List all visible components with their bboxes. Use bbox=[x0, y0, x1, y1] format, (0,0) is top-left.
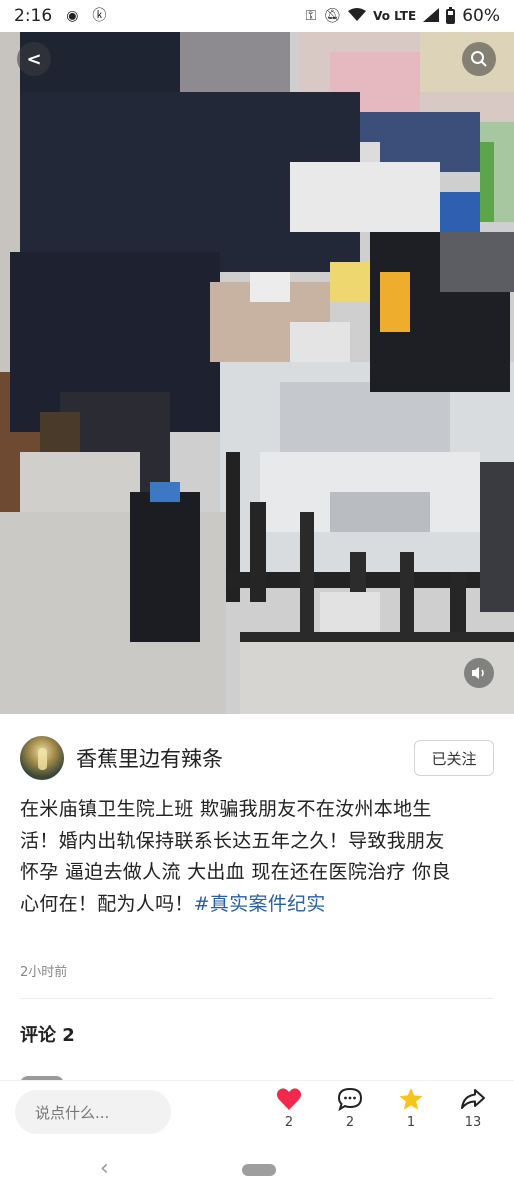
battery-percent: 60% bbox=[462, 6, 500, 26]
comment-icon bbox=[337, 1087, 363, 1111]
comments-title: 评论 2 bbox=[20, 1025, 75, 1046]
notification-app-icon: ◉ bbox=[66, 8, 79, 24]
author-row: 香蕉里边有辣条 已关注 bbox=[0, 730, 514, 786]
star-icon bbox=[399, 1088, 423, 1110]
post-time: 2小时前 bbox=[20, 965, 68, 980]
comment-count: 2 bbox=[345, 1115, 355, 1130]
nav-back-icon[interactable]: ‹ bbox=[100, 1156, 109, 1181]
follow-button[interactable]: 已关注 bbox=[414, 740, 494, 776]
notification-app-icon-2: ⓚ bbox=[92, 8, 107, 24]
post-body: 在米庙镇卫生院上班 欺骗我朋友不在汝州本地生 活！婚内出轨保持联系长达五年之久！… bbox=[20, 794, 500, 920]
like-count: 2 bbox=[284, 1115, 294, 1130]
bottom-action-bar: 说点什么... 2 2 1 13 bbox=[0, 1080, 514, 1142]
heart-icon bbox=[276, 1088, 302, 1110]
volte-indicator: Vo LTE bbox=[373, 9, 417, 23]
mute-icon: 🔕︎ bbox=[323, 8, 342, 24]
like-button[interactable]: 2 bbox=[269, 1087, 309, 1130]
author-name[interactable]: 香蕉里边有辣条 bbox=[76, 743, 223, 773]
favorite-button[interactable]: 1 bbox=[391, 1087, 431, 1130]
pixelated-photo bbox=[0, 32, 514, 714]
comment-button[interactable]: 2 bbox=[330, 1087, 370, 1130]
battery-icon bbox=[446, 6, 456, 24]
hashtag-link[interactable]: #真实案件纪实 bbox=[194, 893, 326, 915]
status-bar: 2:16 ◉ ⓚ ⚿ 🔕︎ Vo LTE 60% bbox=[0, 0, 514, 32]
post-line: 怀孕 逼迫去做人流 大出血 现在还在医院治疗 你良 bbox=[20, 861, 451, 883]
cell-signal-icon bbox=[423, 7, 440, 25]
system-nav-bar: ‹ bbox=[0, 1142, 514, 1200]
search-button[interactable] bbox=[462, 42, 496, 76]
chevron-left-icon: < bbox=[26, 48, 42, 70]
share-icon bbox=[461, 1089, 485, 1109]
nav-home-pill[interactable] bbox=[242, 1164, 276, 1176]
key-icon: ⚿ bbox=[305, 8, 317, 24]
post-media-image[interactable]: < bbox=[0, 32, 514, 714]
post-line: 心何在！配为人吗！#真实案件纪实 bbox=[20, 889, 500, 921]
search-icon bbox=[471, 51, 487, 67]
status-time: 2:16 bbox=[14, 6, 53, 26]
favorite-count: 1 bbox=[406, 1115, 416, 1130]
divider bbox=[20, 998, 494, 999]
wifi-icon bbox=[348, 7, 367, 25]
post-line-text: 心何在！配为人吗！ bbox=[20, 892, 194, 915]
share-count: 13 bbox=[464, 1115, 482, 1130]
comment-input[interactable]: 说点什么... bbox=[15, 1090, 171, 1134]
avatar[interactable] bbox=[20, 736, 64, 780]
volume-icon bbox=[472, 667, 484, 679]
post-line: 在米庙镇卫生院上班 欺骗我朋友不在汝州本地生 bbox=[20, 798, 432, 820]
share-button[interactable]: 13 bbox=[453, 1087, 493, 1130]
volume-button[interactable] bbox=[464, 658, 494, 688]
back-button[interactable]: < bbox=[17, 42, 51, 76]
post-line: 活！婚内出轨保持联系长达五年之久！导致我朋友 bbox=[20, 829, 445, 852]
